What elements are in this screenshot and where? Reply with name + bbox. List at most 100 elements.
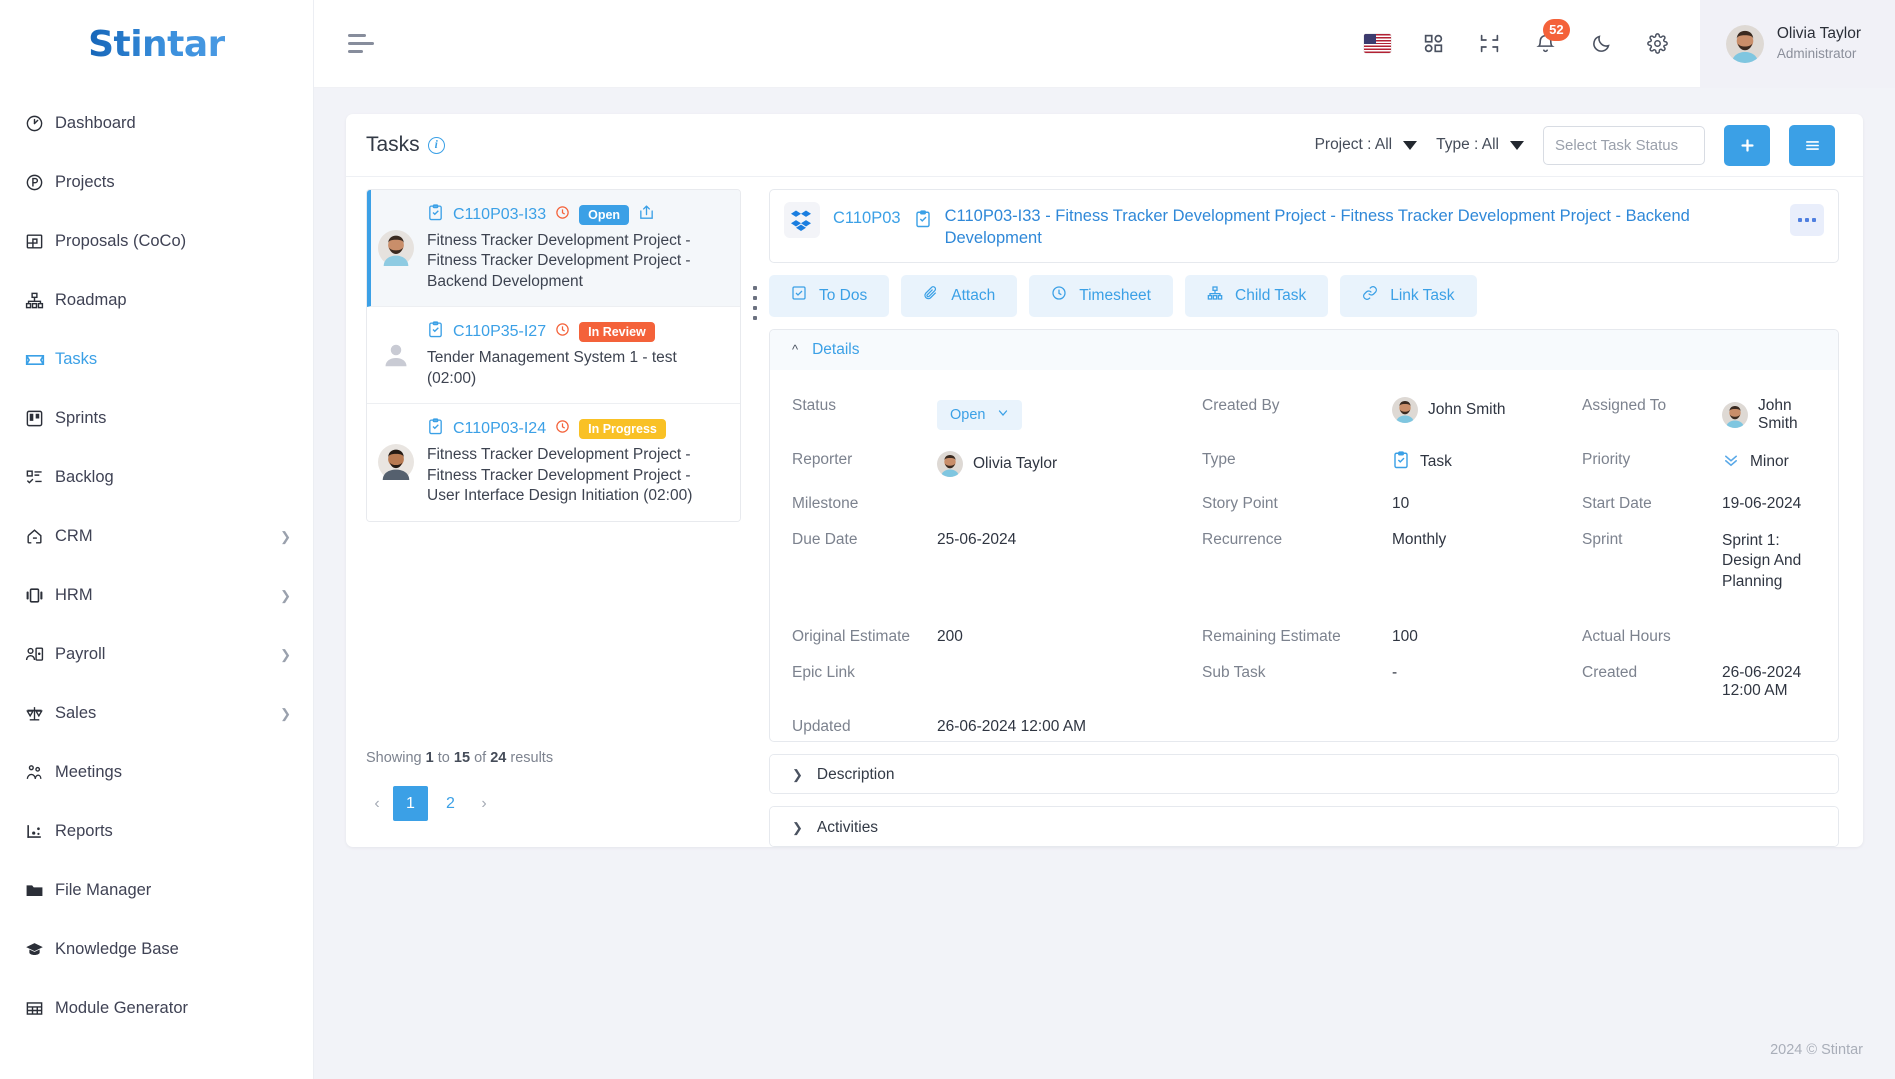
project-filter-label: Project : All <box>1314 136 1393 153</box>
task-list: C110P03-I33 Open Fitness Tracker Develop… <box>366 189 741 522</box>
task-list-item[interactable]: C110P03-I33 Open Fitness Tracker Develop… <box>367 190 740 308</box>
pagination-page-1[interactable]: 1 <box>393 786 428 821</box>
task-title: Tender Management System 1 - test (02:00… <box>427 349 677 387</box>
tab-label: To Dos <box>819 286 868 304</box>
moon-icon[interactable] <box>1588 30 1616 58</box>
sidebar-item-sales[interactable]: Sales ❯ <box>0 684 313 743</box>
sales-icon <box>25 704 55 723</box>
notifications-bell-icon[interactable]: 52 <box>1532 18 1570 58</box>
activities-panel-header[interactable]: ❯ Activities <box>770 807 1838 847</box>
copyright-text: 2024 © Stintar <box>1770 1042 1863 1058</box>
sidebar-item-payroll[interactable]: Payroll ❯ <box>0 625 313 684</box>
apps-grid-icon[interactable] <box>1420 30 1448 58</box>
footer: 2024 © Stintar <box>314 1021 1895 1079</box>
task-key[interactable]: C110P03-I24 <box>453 420 546 438</box>
status-select[interactable]: Open <box>937 399 1023 430</box>
task-list-item[interactable]: C110P03-I24 In Progress Fitness Tracker … <box>367 404 740 521</box>
user-name: Olivia Taylor <box>1776 24 1861 42</box>
task-list-item[interactable]: C110P35-I27 In Review Tender Management … <box>367 307 740 405</box>
brand-name: Stintar <box>88 23 225 65</box>
field-label-actual-hours: Actual Hours <box>1582 628 1671 646</box>
field-value-due-date: 25-06-2024 <box>937 530 1017 548</box>
sidebar-item-crm[interactable]: CRM ❯ <box>0 507 313 566</box>
field-value-priority: Minor <box>1722 442 1816 483</box>
sidebar-item-hrm[interactable]: HRM ❯ <box>0 566 313 625</box>
grid-table-icon <box>25 999 55 1018</box>
link-icon <box>1362 285 1378 306</box>
pagination-prev[interactable]: ‹ <box>366 786 388 821</box>
task-list-item-meta: C110P35-I27 In Review <box>427 321 726 343</box>
sidebar-item-sprints[interactable]: Sprints <box>0 389 313 448</box>
description-panel: ❯ Description <box>769 753 1839 795</box>
activities-panel: ❯ Activities <box>769 806 1839 847</box>
sidebar-item-reports[interactable]: Reports <box>0 802 313 861</box>
project-code[interactable]: C110P03 <box>833 202 901 228</box>
sidebar-item-proposals[interactable]: Proposals (CoCo) <box>0 212 313 271</box>
share-task-icon[interactable] <box>638 204 655 226</box>
sidebar-item-module-generator[interactable]: Module Generator <box>0 979 313 1038</box>
gear-icon[interactable] <box>1644 30 1672 58</box>
sidebar-item-roadmap[interactable]: Roadmap <box>0 271 313 330</box>
task-list-item-body: C110P03-I33 Open Fitness Tracker Develop… <box>427 204 726 292</box>
showing-of: of <box>474 750 487 766</box>
field-value-assigned-to: John Smith <box>1722 388 1816 442</box>
tab-attach[interactable]: Attach <box>901 274 1018 317</box>
task-list-item-body: C110P03-I24 In Progress Fitness Tracker … <box>427 418 726 506</box>
more-options-button[interactable] <box>1790 204 1824 236</box>
showing-total: 24 <box>490 750 507 766</box>
field-value-reporter: Olivia Taylor <box>937 442 1202 486</box>
task-list-footer: Showing 1 to 15 of 24 results ‹ 1 2 › <box>366 750 741 847</box>
sidebar-item-label: Sprints <box>55 409 107 427</box>
type-filter-label: Type : All <box>1436 136 1499 153</box>
tab-label: Link Task <box>1390 286 1455 304</box>
tab-timesheet[interactable]: Timesheet <box>1029 274 1173 317</box>
avatar <box>1725 24 1764 63</box>
tab-to-dos[interactable]: To Dos <box>769 274 890 317</box>
language-selector[interactable] <box>1364 30 1392 58</box>
project-filter-dropdown[interactable]: Project : All <box>1315 136 1418 154</box>
showing-prefix: Showing <box>366 750 422 766</box>
tab-label: Timesheet <box>1079 286 1151 304</box>
sidebar-item-projects[interactable]: Projects <box>0 153 313 212</box>
task-status-input[interactable] <box>1543 125 1705 165</box>
field-label-type: Type <box>1202 450 1236 468</box>
sidebar-item-label: Sales <box>55 704 97 722</box>
list-view-button[interactable] <box>1789 124 1835 166</box>
field-label-remaining-estimate: Remaining Estimate <box>1202 628 1341 646</box>
topbar: 52 Olivia Taylor Administrator <box>314 0 1895 88</box>
hierarchy-icon <box>1207 285 1223 306</box>
sidebar-item-backlog[interactable]: Backlog <box>0 448 313 507</box>
hamburger-icon[interactable] <box>348 33 374 54</box>
checkbox-icon <box>791 285 807 306</box>
pagination-next[interactable]: › <box>473 786 495 821</box>
add-task-button[interactable] <box>1724 124 1770 166</box>
field-label-story-point: Story Point <box>1202 494 1278 512</box>
task-detail-title[interactable]: C110P03-I33 - Fitness Tracker Developmen… <box>945 202 1777 250</box>
task-detail-tabs: To Dos Attach Timesheet Child Task Link … <box>769 274 1839 317</box>
sidebar-item-file-manager[interactable]: File Manager <box>0 861 313 920</box>
tab-child-task[interactable]: Child Task <box>1185 274 1329 317</box>
tab-link-task[interactable]: Link Task <box>1340 274 1477 317</box>
user-menu[interactable]: Olivia Taylor Administrator <box>1699 0 1895 88</box>
panel-resize-handle[interactable] <box>741 189 769 847</box>
sidebar-item-dashboard[interactable]: Dashboard <box>0 94 313 153</box>
info-icon[interactable]: i <box>427 136 445 154</box>
task-key[interactable]: C110P03-I33 <box>453 206 546 224</box>
brand-logo[interactable]: Stintar <box>0 0 313 88</box>
field-value-updated: 26-06-2024 12:00 AM <box>937 718 1087 736</box>
sidebar-item-knowledge-base[interactable]: Knowledge Base <box>0 920 313 979</box>
sidebar-item-tasks[interactable]: Tasks <box>0 330 313 389</box>
collapse-screen-icon[interactable] <box>1476 30 1504 58</box>
field-value-sub-task: - <box>1392 664 1398 682</box>
sidebar-partial-item <box>0 1038 313 1056</box>
type-filter-dropdown[interactable]: Type : All <box>1436 136 1524 154</box>
pagination-page-2[interactable]: 2 <box>433 786 468 821</box>
details-panel-header[interactable]: ^ Details <box>770 329 1838 370</box>
description-panel-header[interactable]: ❯ Description <box>770 754 1838 794</box>
task-key[interactable]: C110P35-I27 <box>453 323 546 341</box>
sidebar-item-label: Module Generator <box>55 999 188 1017</box>
sidebar-item-meetings[interactable]: Meetings <box>0 743 313 802</box>
field-label-assigned-to: Assigned To <box>1582 396 1667 414</box>
gauge-icon <box>25 114 55 133</box>
task-detail-header: C110P03 C110P03-I33 - Fitness Tracker De… <box>769 189 1839 263</box>
